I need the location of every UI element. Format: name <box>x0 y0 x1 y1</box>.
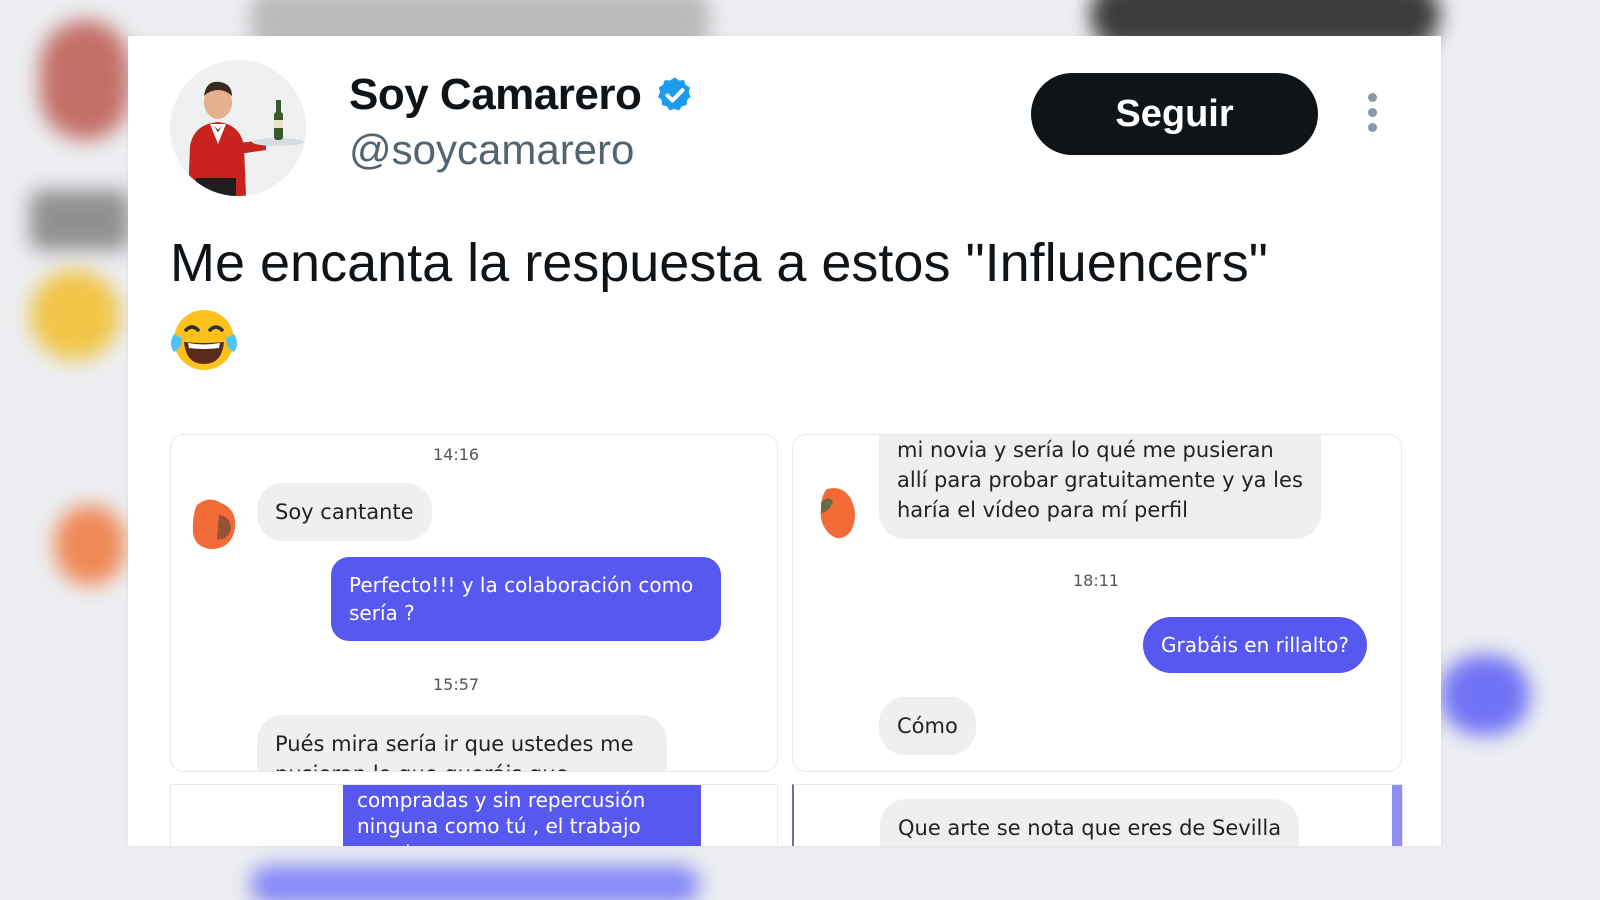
chat-screenshot-1[interactable]: 14:16 Soy cantante Perfecto!!! y la cola… <box>170 434 778 772</box>
waiter-avatar-icon <box>170 60 306 196</box>
chat-message-incoming: Cómo <box>879 697 976 755</box>
chat-avatar-icon <box>192 499 236 549</box>
blur-shape <box>1440 655 1530 735</box>
chat-message-incoming: mi novia y sería lo qué me pusieran allí… <box>879 435 1321 539</box>
laughing-crying-emoji <box>171 310 237 370</box>
blur-shape <box>250 865 700 900</box>
chat-screenshot-2[interactable]: mi novia y sería lo qué me pusieran allí… <box>792 434 1402 772</box>
author-name-row: Soy Camarero <box>349 70 695 120</box>
chat-message-incoming: Que arte se nota que eres de Sevilla <box>880 799 1300 846</box>
chat-message-outgoing: Perfecto!!! y la colaboración como sería… <box>331 557 721 641</box>
blur-shape <box>30 270 120 360</box>
verified-badge-icon <box>658 77 692 111</box>
chat-message-outgoing: Grabáis en rillalto? <box>1143 617 1367 673</box>
chat-screenshot-3[interactable]: compradas y sin repercusión ninguna como… <box>170 784 778 846</box>
chat-timestamp: 15:57 <box>433 675 480 694</box>
scroll-edge <box>1392 785 1402 846</box>
author-handle[interactable]: @soycamarero <box>349 126 634 174</box>
tweet-text: Me encanta la respuesta a estos "Influen… <box>170 233 1268 293</box>
chat-timestamp: 18:11 <box>1073 571 1120 590</box>
chat-message-incoming: Pués mira sería ir que ustedes me pusier… <box>257 715 667 771</box>
chat-screenshot-4[interactable]: Que arte se nota que eres de Sevilla <box>792 784 1403 846</box>
chat-message-incoming: Soy cantante <box>257 483 432 541</box>
follow-button[interactable]: Seguir <box>1031 73 1318 155</box>
author-avatar[interactable] <box>170 60 306 196</box>
author-name[interactable]: Soy Camarero <box>349 70 642 120</box>
chat-timestamp: 14:16 <box>433 445 480 464</box>
blur-shape <box>30 190 130 250</box>
chat-message-outgoing: compradas y sin repercusión ninguna como… <box>343 785 701 846</box>
blur-shape <box>55 505 125 585</box>
more-options-icon[interactable] <box>1361 93 1383 137</box>
tweet-card: Soy Camarero @soycamarero Seguir Me enca… <box>128 36 1441 846</box>
chat-avatar-icon <box>820 488 855 539</box>
blur-shape <box>40 20 130 140</box>
